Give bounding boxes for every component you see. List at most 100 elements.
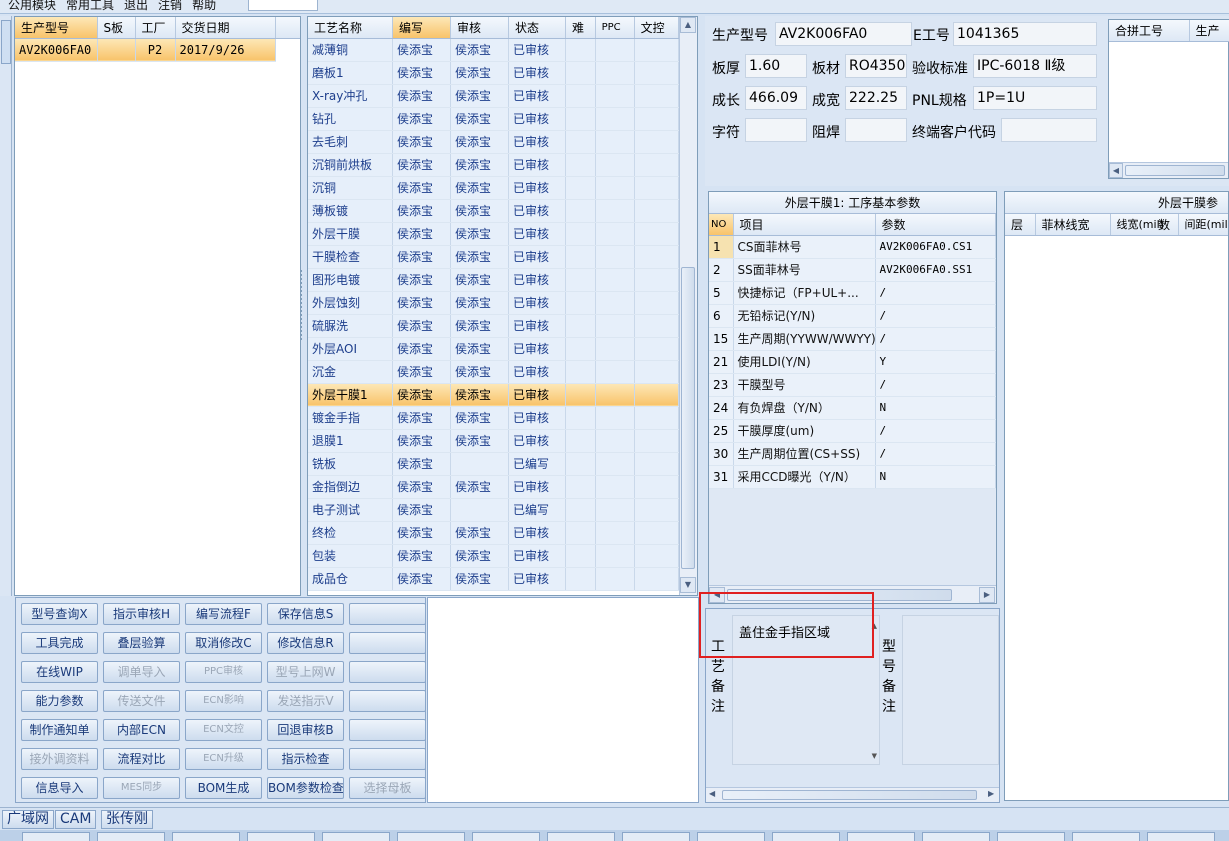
col-no[interactable]: NO	[709, 214, 734, 236]
table-row[interactable]: 沉铜 侯添宝 侯添宝 已审核	[308, 176, 680, 200]
empty-button[interactable]	[349, 690, 426, 712]
action-button[interactable]: 在线WIP	[21, 661, 98, 683]
action-button[interactable]: 指示检查	[267, 748, 344, 770]
field-thickness[interactable]: 1.60	[745, 54, 807, 78]
action-button[interactable]: ECN升级	[185, 748, 262, 770]
table-row[interactable]: X-ray冲孔 侯添宝 侯添宝 已审核	[308, 84, 680, 108]
col-layer[interactable]: 层	[1005, 214, 1036, 236]
os-task-button[interactable]	[247, 832, 315, 841]
field-customer[interactable]	[1001, 118, 1097, 142]
scroll-right-icon[interactable]: ▶	[979, 587, 995, 603]
table-row[interactable]: 磨板1 侯添宝 侯添宝 已审核	[308, 61, 680, 85]
task-wan[interactable]: 广域网	[2, 810, 54, 829]
splitter-handle[interactable]	[300, 270, 305, 340]
os-task-button[interactable]	[22, 832, 90, 841]
col-model[interactable]: 生产型号	[15, 17, 98, 39]
scroll-thumb[interactable]	[681, 267, 695, 569]
table-row[interactable]: 30 生产周期位置(CS+SS) /	[709, 442, 996, 466]
table-row[interactable]: 镀金手指 侯添宝 侯添宝 已审核	[308, 406, 680, 430]
table-row[interactable]: 金指倒边 侯添宝 侯添宝 已审核	[308, 475, 680, 499]
remarks-hscroll[interactable]: ◀ ▶	[706, 787, 999, 802]
table-row[interactable]: 2 SS面菲林号 AV2K006FA0.SS1	[709, 258, 996, 282]
action-button[interactable]: 信息导入	[21, 777, 98, 799]
empty-button[interactable]	[349, 719, 426, 741]
table-row[interactable]: 干膜检查 侯添宝 侯添宝 已审核	[308, 245, 680, 269]
action-button[interactable]: 流程对比	[103, 748, 180, 770]
table-row[interactable]: 外层AOI 侯添宝 侯添宝 已审核	[308, 337, 680, 361]
empty-button[interactable]	[349, 661, 426, 683]
field-width[interactable]: 222.25	[845, 86, 907, 110]
table-row[interactable]: 外层干膜1 侯添宝 侯添宝 已审核	[308, 383, 680, 407]
table-row[interactable]: 去毛刺 侯添宝 侯添宝 已审核	[308, 130, 680, 154]
dock-tab[interactable]	[1, 20, 11, 64]
col-status[interactable]: 状态	[508, 17, 567, 39]
action-button[interactable]: 传送文件	[103, 690, 180, 712]
model-remark-box[interactable]	[902, 615, 999, 765]
table-row[interactable]: AV2K006FA0 P2 2017/9/26	[15, 38, 300, 62]
action-button[interactable]: 选择母板	[349, 777, 426, 799]
col-combine-no[interactable]: 合拼工号	[1109, 20, 1190, 42]
os-task-button[interactable]	[1147, 832, 1215, 841]
table-row[interactable]: 硫脲洗 侯添宝 侯添宝 已审核	[308, 314, 680, 338]
os-task-button[interactable]	[622, 832, 690, 841]
action-button[interactable]: 回退审核B	[267, 719, 344, 741]
table-row[interactable]: 电子测试 侯添宝 已编写	[308, 498, 680, 522]
action-button[interactable]: ECN文控	[185, 719, 262, 741]
table-row[interactable]: 包装 侯添宝 侯添宝 已审核	[308, 544, 680, 568]
menu-logout[interactable]: 注销	[158, 0, 182, 11]
menu-common-tools[interactable]: 常用工具	[66, 0, 114, 11]
os-task-button[interactable]	[997, 832, 1065, 841]
col-s[interactable]: S板	[97, 17, 136, 39]
table-row[interactable]: 退膜1 侯添宝 侯添宝 已审核	[308, 429, 680, 453]
scroll-right-icon[interactable]: ▶	[988, 789, 994, 798]
action-button[interactable]: 接外调资料	[21, 748, 98, 770]
table-row[interactable]: 1 CS面菲林号 AV2K006FA0.CS1	[709, 235, 996, 259]
action-button[interactable]: 型号查询X	[21, 603, 98, 625]
table-row[interactable]: 24 有负焊盘（Y/N） N	[709, 396, 996, 420]
table-row[interactable]: 沉金 侯添宝 侯添宝 已审核	[308, 360, 680, 384]
table-row[interactable]: 铣板 侯添宝 已编写	[308, 452, 680, 476]
table-row[interactable]: 减薄铜 侯添宝 侯添宝 已审核	[308, 38, 680, 62]
action-button[interactable]: MES同步	[103, 777, 180, 799]
menu-exit[interactable]: 退出	[124, 0, 148, 11]
col-factory[interactable]: 工厂	[135, 17, 176, 39]
table-row[interactable]: 21 使用LDI(Y/N) Y	[709, 350, 996, 374]
field-standard[interactable]: IPC-6018 Ⅱ级	[973, 54, 1097, 78]
scroll-thumb[interactable]	[722, 790, 977, 800]
action-button[interactable]: 调单导入	[103, 661, 180, 683]
col-difficulty[interactable]: 难	[565, 17, 596, 39]
action-button[interactable]: 保存信息S	[267, 603, 344, 625]
action-button[interactable]: 内部ECN	[103, 719, 180, 741]
combine-hscroll[interactable]: ◀	[1109, 162, 1228, 178]
menu-public-module[interactable]: 公用模块	[8, 0, 56, 11]
action-button[interactable]: 修改信息R	[267, 632, 344, 654]
empty-button[interactable]	[349, 603, 426, 625]
table-row[interactable]: 终检 侯添宝 侯添宝 已审核	[308, 521, 680, 545]
os-task-button[interactable]	[397, 832, 465, 841]
col-ppc[interactable]: PPC	[595, 17, 635, 39]
scroll-left-icon[interactable]: ◀	[1109, 163, 1123, 178]
field-char[interactable]	[745, 118, 807, 142]
action-button[interactable]: 叠层验算	[103, 632, 180, 654]
table-row[interactable]: 沉铜前烘板 侯添宝 侯添宝 已审核	[308, 153, 680, 177]
action-button[interactable]: 取消修改C	[185, 632, 262, 654]
empty-button[interactable]	[349, 748, 426, 770]
action-button[interactable]: 制作通知单	[21, 719, 98, 741]
col-combine-prod[interactable]: 生产	[1189, 20, 1229, 42]
scroll-down-icon[interactable]: ▼	[872, 752, 877, 760]
menu-help[interactable]: 帮助	[192, 0, 216, 11]
scroll-thumb[interactable]	[1125, 165, 1225, 176]
action-button[interactable]: 指示审核H	[103, 603, 180, 625]
table-row[interactable]: 钻孔 侯添宝 侯添宝 已审核	[308, 107, 680, 131]
table-row[interactable]: 23 干膜型号 /	[709, 373, 996, 397]
task-user[interactable]: 张传刚	[101, 810, 153, 829]
empty-button[interactable]	[349, 632, 426, 654]
table-row[interactable]: 31 采用CCD曝光（Y/N） N	[709, 465, 996, 489]
action-button[interactable]: PPC审核	[185, 661, 262, 683]
table-row[interactable]: 薄板镀 侯添宝 侯添宝 已审核	[308, 199, 680, 223]
action-button[interactable]: BOM生成	[185, 777, 262, 799]
col-doc-control[interactable]: 文控	[634, 17, 680, 39]
table-row[interactable]: 图形电镀 侯添宝 侯添宝 已审核	[308, 268, 680, 292]
col-param[interactable]: 参数	[875, 214, 996, 236]
table-row[interactable]: 外层蚀刻 侯添宝 侯添宝 已审核	[308, 291, 680, 315]
